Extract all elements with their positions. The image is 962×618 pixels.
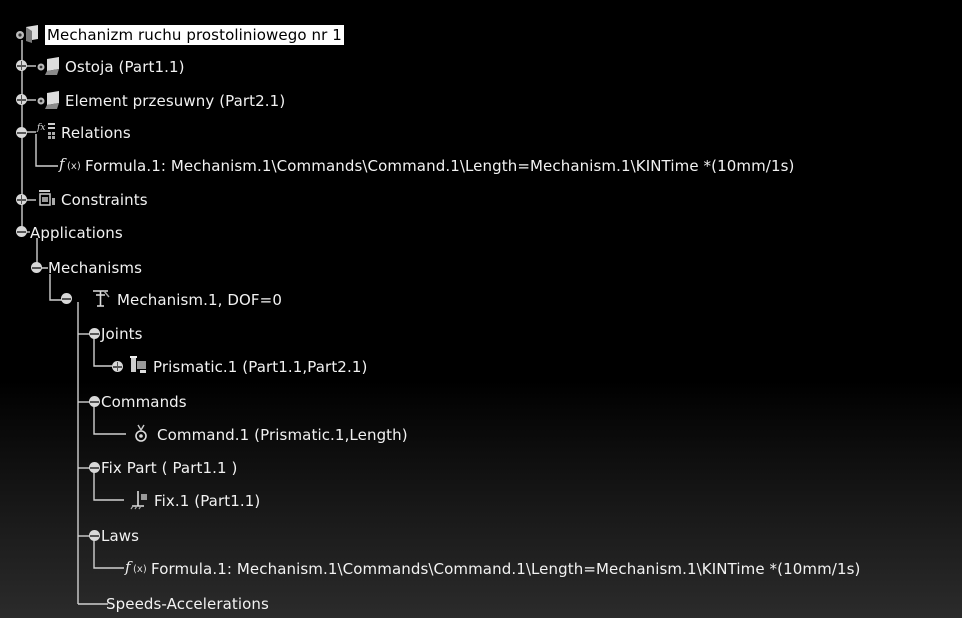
tree-node-law-formula[interactable]: f (x) Formula.1: Mechanism.1\Commands\Co… [124,556,860,582]
tree-node-commands[interactable]: Commands [101,389,187,415]
tree-node-label: Formula.1: Mechanism.1\Commands\Command.… [85,157,795,175]
svg-text:f: f [58,155,67,173]
collapse-toggle-minus-icon[interactable] [16,127,27,138]
expand-toggle-plus-icon[interactable] [16,194,27,205]
collapse-toggle-minus-icon[interactable] [89,396,100,407]
tree-node-relations[interactable]: fx Relations [36,120,131,146]
expand-toggle-plus-icon[interactable] [112,361,123,372]
mechanism-icon [90,287,114,313]
svg-text:(x): (x) [133,564,147,575]
tree-node-label: Mechanism.1, DOF=0 [117,291,282,309]
tree-node-label: Command.1 (Prismatic.1,Length) [157,426,408,444]
tree-node-applications[interactable]: Applications [30,220,123,246]
tree-node-label: Fix Part ( Part1.1 ) [101,459,238,477]
collapse-toggle-minus-icon[interactable] [61,293,72,304]
expand-toggle-plus-icon[interactable] [16,94,27,105]
part-icon [36,88,62,114]
relations-icon: fx [36,120,58,146]
tree-node-mechanisms[interactable]: Mechanisms [48,255,142,281]
tree-node-speeds-accelerations[interactable]: Speeds-Accelerations [106,591,269,617]
tree-node-mechanism-1[interactable]: Mechanism.1, DOF=0 [90,287,282,313]
collapse-toggle-minus-icon[interactable] [31,262,42,273]
product-icon [14,22,42,48]
tree-node-label: Joints [101,325,143,343]
tree-node-label: Laws [101,527,140,545]
command-icon [130,422,154,448]
tree-node-label: Fix.1 (Part1.1) [154,492,261,510]
tree-node-prismatic-1[interactable]: Prismatic.1 (Part1.1,Part2.1) [128,354,367,380]
svg-text:(x): (x) [67,161,81,172]
tree-node-fix-1[interactable]: Fix.1 (Part1.1) [127,488,260,514]
tree-node-fix-part[interactable]: Fix Part ( Part1.1 ) [101,455,237,481]
tree-node-label: Mechanizm ruchu prostoliniowego nr 1 [45,25,344,45]
collapse-toggle-minus-icon[interactable] [89,462,100,473]
collapse-toggle-minus-icon[interactable] [16,226,27,237]
tree-node-label: Applications [30,224,123,242]
tree-node-formula[interactable]: f (x) Formula.1: Mechanism.1\Commands\Co… [58,153,794,179]
tree-node-label: Prismatic.1 (Part1.1,Part2.1) [153,358,368,376]
tree-node-label: Formula.1: Mechanism.1\Commands\Command.… [151,560,861,578]
tree-node-laws[interactable]: Laws [101,523,139,549]
collapse-toggle-minus-icon[interactable] [89,530,100,541]
part-icon [36,54,62,80]
formula-icon: f (x) [124,556,148,582]
tree-node-element-przesuwny[interactable]: Element przesuwny (Part2.1) [36,88,285,114]
tree-node-constraints[interactable]: Constraints [36,187,148,213]
prismatic-joint-icon [128,354,150,380]
collapse-toggle-minus-icon[interactable] [89,328,100,339]
tree-node-label: Mechanisms [48,259,143,277]
svg-text:fx: fx [36,123,45,133]
tree-node-label: Element przesuwny (Part2.1) [65,92,286,110]
constraints-icon [36,187,58,213]
tree-node-label: Commands [101,393,187,411]
expand-toggle-plus-icon[interactable] [16,60,27,71]
formula-icon: f (x) [58,153,82,179]
tree-node-label: Speeds-Accelerations [106,595,269,613]
fix-icon [127,488,151,514]
specification-tree: Mechanizm ruchu prostoliniowego nr 1 Ost… [0,0,962,618]
tree-node-label: Ostoja (Part1.1) [65,58,185,76]
tree-node-joints[interactable]: Joints [101,321,143,347]
svg-text:f: f [124,558,133,576]
tree-node-label: Constraints [61,191,148,209]
tree-node-command-1[interactable]: Command.1 (Prismatic.1,Length) [130,422,408,448]
tree-node-ostoja[interactable]: Ostoja (Part1.1) [36,54,185,80]
tree-node-root[interactable]: Mechanizm ruchu prostoliniowego nr 1 [14,22,344,48]
tree-node-label: Relations [61,124,131,142]
